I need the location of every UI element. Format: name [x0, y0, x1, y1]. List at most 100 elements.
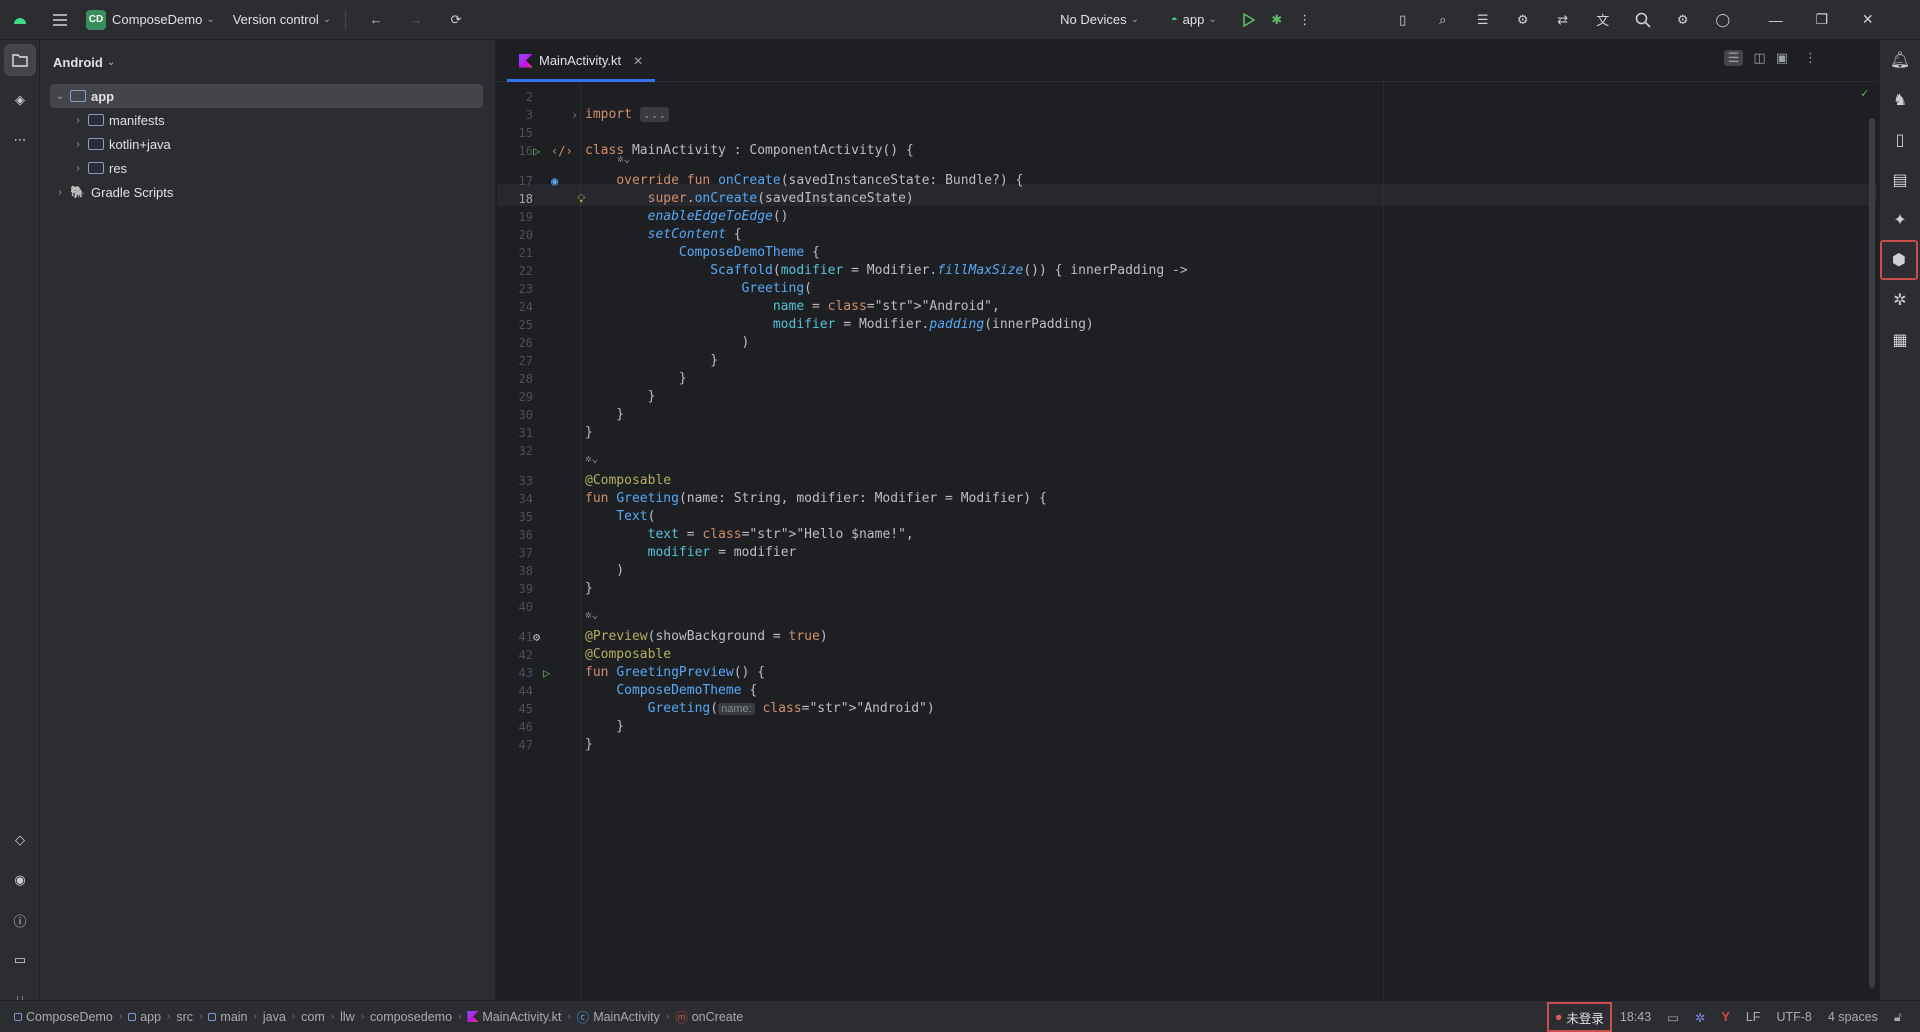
settings-icon[interactable]: ⚙: [1669, 6, 1697, 34]
device-manager-icon[interactable]: ▯: [1389, 6, 1417, 34]
breadcrumb-item[interactable]: com: [295, 1010, 331, 1024]
line-number: 22: [518, 264, 533, 278]
split-view-icon[interactable]: ◫: [1753, 50, 1765, 66]
line-number: 38: [518, 564, 533, 578]
no-problems-check-icon: ✓: [1861, 86, 1869, 100]
bug-report-icon[interactable]: ⚙: [1509, 6, 1537, 34]
line-separator[interactable]: LF: [1738, 1010, 1769, 1024]
override-gutter-icon[interactable]: ◉: [551, 174, 558, 188]
device-manager-tool-icon[interactable]: ▯: [1880, 120, 1920, 160]
run-config-label: app: [1182, 12, 1205, 27]
breadcrumb-item[interactable]: ⓜ onCreate: [669, 1007, 749, 1026]
intention-bulb-icon[interactable]: 💡︎: [577, 192, 585, 207]
line-number: 21: [518, 246, 533, 260]
breadcrumb-item[interactable]: llw: [334, 1010, 361, 1024]
more-vertical-icon[interactable]: ⋮: [1804, 50, 1817, 66]
clipboard-icon[interactable]: ▤: [1880, 160, 1920, 200]
code-line[interactable]: class MainActivity : ComponentActivity()…: [585, 140, 914, 162]
back-arrow-icon[interactable]: ←: [362, 6, 390, 34]
terminal-icon[interactable]: ▭: [0, 940, 40, 980]
forward-arrow-icon[interactable]: →: [402, 6, 430, 34]
tree-item-label: kotlin+java: [109, 136, 171, 152]
vcs-selector[interactable]: Version control ⌄: [227, 6, 337, 34]
caret-position[interactable]: 18:43: [1612, 1010, 1659, 1024]
compose-preview-gutter-icon[interactable]: ‹/›: [551, 144, 573, 158]
ai-code-vision-icon[interactable]: ✲⌄: [585, 608, 598, 621]
code-view-icon[interactable]: ☰: [1723, 50, 1744, 66]
plugin-tool-icon[interactable]: ⬢: [1880, 240, 1918, 280]
logcat-icon[interactable]: ◉: [0, 860, 40, 900]
run-icon[interactable]: [1235, 6, 1263, 34]
restore-button[interactable]: ❐: [1799, 0, 1845, 40]
run-config-selector[interactable]: ◓ app ⌄: [1165, 6, 1223, 34]
device-selector[interactable]: No Devices ⌄: [1054, 6, 1145, 34]
tree-item-gradle-scripts[interactable]: › 🐘 Gradle Scripts: [40, 180, 495, 204]
account-icon[interactable]: ◯: [1709, 6, 1737, 34]
breadcrumb-item[interactable]: java: [257, 1010, 292, 1024]
problems-icon[interactable]: ⓘ: [0, 900, 40, 940]
line-number: 20: [518, 228, 533, 242]
breadcrumb-item[interactable]: MainActivity.kt: [461, 1010, 567, 1024]
run-gutter-icon[interactable]: ▷: [533, 144, 540, 158]
lock-icon[interactable]: 🔓︎: [1886, 1010, 1910, 1025]
read-only-toggle-icon[interactable]: ▭: [1659, 1010, 1687, 1025]
fold-chevron-icon[interactable]: ›: [571, 108, 578, 122]
breadcrumb-item[interactable]: composedemo: [364, 1010, 458, 1024]
debug-icon[interactable]: ✱: [1263, 6, 1291, 34]
tree-item-res[interactable]: › res: [40, 156, 495, 180]
layout-inspector-icon[interactable]: ⌕: [1429, 6, 1457, 34]
ai-code-vision-icon[interactable]: ✲⌄: [585, 452, 598, 465]
preview-run-gutter-icon[interactable]: ▷: [543, 666, 550, 680]
tree-item-manifests[interactable]: › manifests: [40, 108, 495, 132]
breadcrumb-item[interactable]: ComposeDemo: [8, 1010, 119, 1024]
app-quality-icon[interactable]: ✲: [1880, 280, 1920, 320]
editor: MainActivity.kt ✕ ☰ ◫ ▣ ⋮ ✓ 2 3 import ...…: [497, 40, 1877, 1000]
right-margin-guide: [1383, 82, 1384, 1000]
breadcrumb-item[interactable]: app: [122, 1010, 167, 1024]
vertical-scrollbar[interactable]: [1869, 118, 1875, 988]
close-icon[interactable]: ✕: [633, 54, 643, 68]
project-selector[interactable]: CD ComposeDemo ⌄: [80, 6, 221, 34]
gemini-icon[interactable]: ✦: [1880, 200, 1920, 240]
breadcrumb-item[interactable]: ⓒ MainActivity: [571, 1007, 666, 1026]
project-tool-icon[interactable]: [4, 44, 36, 76]
notifications-icon[interactable]: 🔔︎: [1880, 40, 1920, 80]
close-window-button[interactable]: ✕: [1845, 0, 1891, 40]
layout-preview-icon[interactable]: ▦: [1880, 320, 1920, 360]
code-line[interactable]: Greeting(name: class="str">"Android"): [585, 698, 935, 720]
project-panel: Android ⌄ ⌄ app › manifests › kotlin+jav…: [40, 40, 496, 1000]
preview-settings-gutter-icon[interactable]: ⚙: [533, 630, 540, 644]
tab-mainactivity[interactable]: MainActivity.kt ✕: [507, 40, 656, 82]
main-menu-icon[interactable]: [46, 6, 74, 34]
plugin-y-icon[interactable]: Y: [1714, 1010, 1738, 1024]
code-area[interactable]: ✓ 2 3 import ... 15 16 class MainActivity : C…: [497, 82, 1877, 1000]
resource-manager-icon[interactable]: ◈: [0, 80, 40, 120]
translate-icon[interactable]: 文: [1589, 6, 1617, 34]
sync-gradle-icon[interactable]: ⇄: [1549, 6, 1577, 34]
tree-item-app[interactable]: ⌄ app: [50, 84, 483, 108]
breadcrumb-item[interactable]: main: [202, 1010, 253, 1024]
more-vertical-icon[interactable]: ⋮: [1291, 6, 1319, 34]
code-line[interactable]: }: [585, 734, 593, 756]
gradle-tool-icon[interactable]: ♞: [1880, 80, 1920, 120]
code-line[interactable]: }: [585, 422, 593, 444]
ai-code-vision-icon[interactable]: ✲⌄: [617, 152, 630, 165]
file-encoding[interactable]: UTF-8: [1768, 1010, 1819, 1024]
tree-item-kotlin-java[interactable]: › kotlin+java: [40, 132, 495, 156]
code-line[interactable]: import ...: [585, 104, 670, 126]
tree-item-label: manifests: [109, 112, 165, 128]
login-status[interactable]: ● 未登录: [1546, 1002, 1612, 1032]
code-line[interactable]: }: [585, 578, 593, 600]
line-number: 35: [518, 510, 533, 524]
ai-assistant-icon[interactable]: ✲: [1687, 1010, 1713, 1025]
minimize-button[interactable]: —: [1753, 0, 1799, 40]
breadcrumb-item[interactable]: src: [170, 1010, 199, 1024]
structure-icon[interactable]: ☰: [1469, 6, 1497, 34]
project-view-selector[interactable]: Android ⌄: [40, 40, 495, 84]
sync-icon[interactable]: ⟳: [442, 6, 470, 34]
search-icon[interactable]: [1629, 6, 1657, 34]
more-tools-icon[interactable]: ⋯: [0, 120, 40, 160]
build-variants-icon[interactable]: ◇: [0, 820, 40, 860]
design-view-icon[interactable]: ▣: [1776, 50, 1788, 66]
indent-setting[interactable]: 4 spaces: [1820, 1010, 1886, 1024]
